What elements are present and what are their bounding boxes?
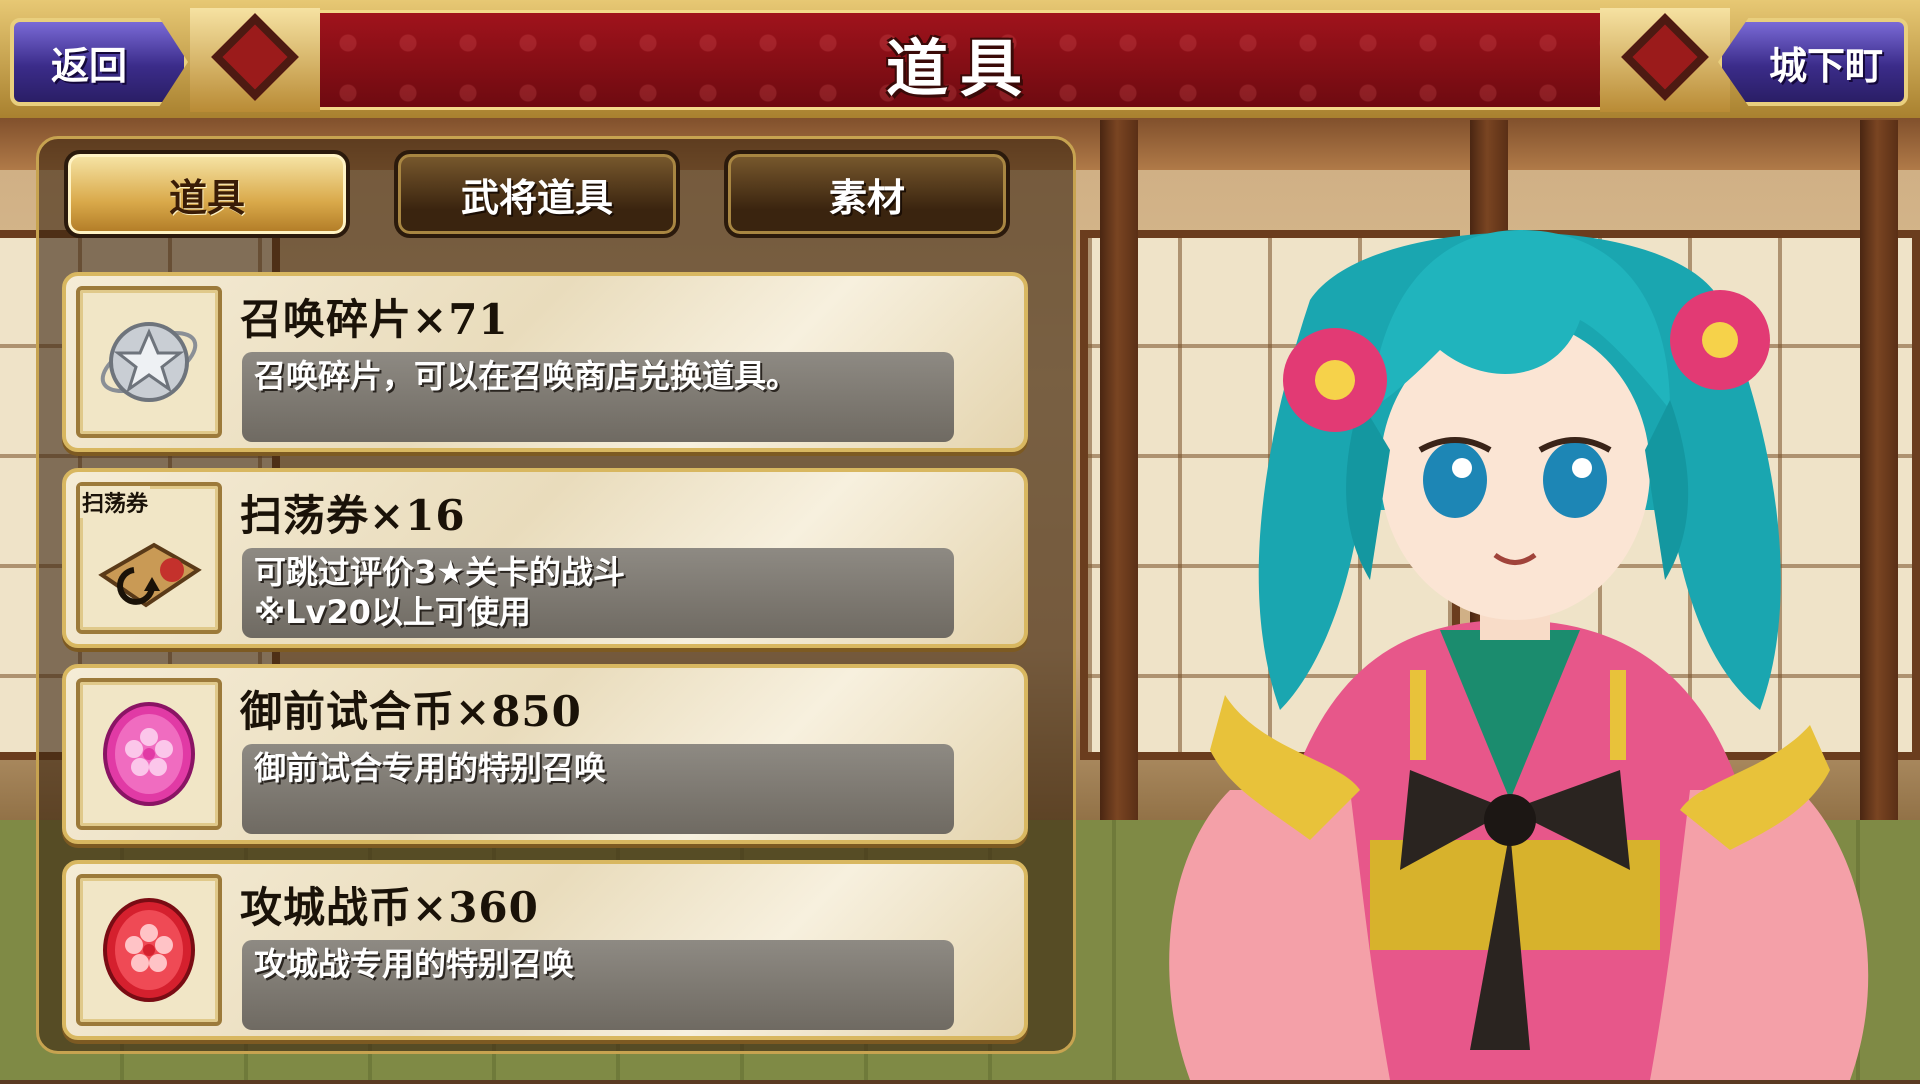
summon-shard-icon [100, 322, 198, 402]
item-name: 攻城战币×360 [240, 883, 539, 932]
item-row[interactable]: 召唤碎片×71 召唤碎片，可以在召唤商店兑换道具。 [62, 272, 1028, 452]
icon-label: 扫荡券 [80, 486, 151, 518]
sweep-ticket-icon [98, 542, 202, 607]
item-row[interactable]: 攻城战币×360 攻城战专用的特别召唤 [62, 860, 1028, 1040]
page-title: 道具 [885, 32, 1034, 105]
tab-materials[interactable]: 素材 [724, 150, 1010, 238]
back-button[interactable]: 返回 [10, 18, 188, 106]
red-coin-icon [103, 898, 195, 1002]
item-name: 御前试合币×850 [240, 687, 582, 736]
item-description: 可跳过评价3★关卡的战斗 ※Lv20以上可使用 [242, 548, 954, 638]
item-description: 御前试合专用的特别召唤 [242, 744, 954, 834]
item-description: 攻城战专用的特别召唤 [242, 940, 954, 1030]
town-button[interactable]: 城下町 [1718, 18, 1908, 106]
item-icon-frame [76, 678, 222, 830]
item-row[interactable]: 扫荡券 扫荡券×16 可跳过评价3★关卡的战斗 ※Lv20以上可使用 [62, 468, 1028, 648]
item-name: 召唤碎片×71 [240, 295, 509, 344]
top-header: 道具 返回 城下町 [0, 0, 1920, 118]
character-illustration [1110, 150, 1920, 1080]
item-description: 召唤碎片，可以在召唤商店兑换道具。 [242, 352, 954, 442]
item-row[interactable]: 御前试合币×850 御前试合专用的特别召唤 [62, 664, 1028, 844]
item-icon-frame: 扫荡券 [76, 482, 222, 634]
tab-general-items[interactable]: 武将道具 [394, 150, 680, 238]
item-name: 扫荡券×16 [240, 491, 466, 540]
item-icon-frame [76, 286, 222, 438]
tab-items[interactable]: 道具 [64, 150, 350, 238]
pink-coin-icon [103, 702, 195, 806]
item-icon-frame [76, 874, 222, 1026]
